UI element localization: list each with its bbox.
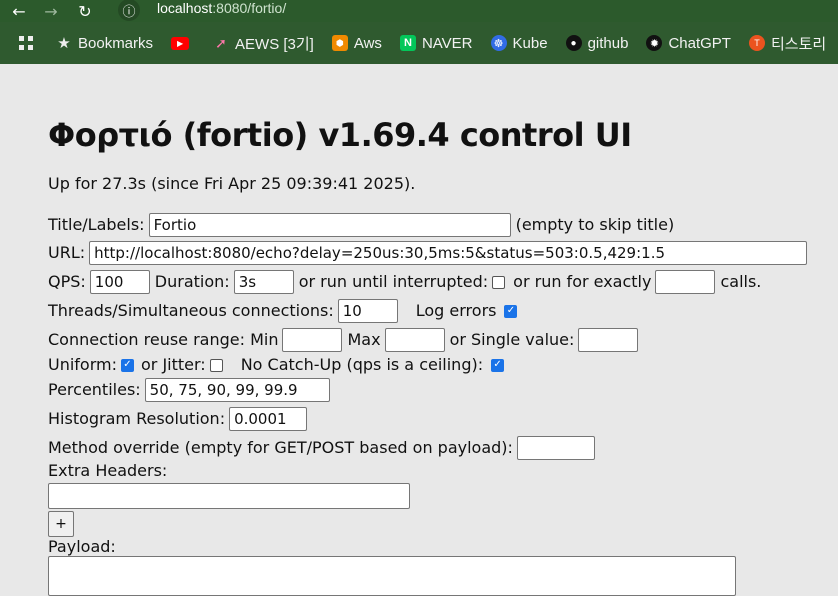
payload-textarea[interactable] — [48, 556, 736, 596]
calls-label: calls. — [720, 272, 762, 291]
reuse-single-label: or Single value: — [449, 330, 575, 349]
bookmark-bookmarks[interactable]: ★ Bookmarks — [56, 34, 154, 53]
histogram-row: Histogram Resolution: — [48, 407, 308, 431]
bookmark-aews[interactable]: ➚ AEWS [3기] — [213, 33, 314, 54]
bookmark-chatgpt[interactable]: ✹ ChatGPT — [646, 35, 731, 52]
percentiles-label: Percentiles: — [48, 380, 141, 399]
add-header-row: + — [48, 511, 74, 537]
percentiles-input[interactable] — [144, 378, 330, 402]
qps-label: QPS: — [48, 272, 86, 291]
reuse-max-input[interactable] — [384, 328, 445, 352]
reuse-min-label: Connection reuse range: Min — [48, 330, 279, 349]
uniform-row: Uniform: ✓ or Jitter: No Catch-Up (qps i… — [48, 354, 508, 376]
bookmark-label: Aws — [353, 34, 382, 52]
address-bar[interactable]: localhost:8080/fortio/ — [157, 0, 286, 16]
url-host: localhost — [157, 0, 213, 16]
interrupt-label: or run until interrupted: — [298, 272, 489, 291]
rocket-icon: ➚ — [215, 34, 227, 51]
bookmark-label: Bookmarks — [78, 34, 154, 52]
threads-input[interactable] — [337, 299, 398, 323]
no-catchup-checkbox[interactable]: ✓ — [491, 358, 505, 372]
bookmark-label: NAVER — [421, 34, 473, 52]
title-label: Title/Labels: — [48, 215, 145, 234]
jitter-label: or Jitter: — [141, 355, 206, 374]
qps-input[interactable] — [89, 270, 150, 294]
histogram-label: Histogram Resolution: — [48, 409, 226, 428]
bookmark-label: AEWS [3기] — [235, 35, 314, 53]
uptime-text: Up for 27.3s (since Fri Apr 25 09:39:41 … — [48, 174, 416, 193]
bookmark-label: Kube — [512, 34, 548, 52]
extra-headers-input-row — [48, 483, 410, 509]
uniform-label: Uniform: — [48, 355, 117, 374]
star-icon: ★ — [57, 35, 71, 52]
method-row: Method override (empty for GET/POST base… — [48, 436, 595, 460]
histogram-input[interactable] — [229, 407, 308, 431]
title-hint: (empty to skip title) — [515, 215, 675, 234]
github-icon: ● — [565, 35, 582, 51]
bookmarks-bar: ★ Bookmarks ▶ ➚ AEWS [3기] ⬢ Aws N NAVER … — [0, 24, 838, 62]
bookmark-kube[interactable]: ☸ Kube — [490, 34, 548, 52]
extra-headers-label: Extra Headers: — [48, 461, 168, 480]
url-input[interactable] — [89, 241, 808, 265]
reuse-min-input[interactable] — [282, 328, 343, 352]
kubernetes-icon: ☸ — [490, 35, 507, 51]
browser-chrome: ← → ↻ ⓘ localhost:8080/fortio/ ★ Bookmar… — [0, 0, 838, 64]
aws-icon: ⬢ — [331, 35, 348, 51]
url-path: :8080/fortio/ — [212, 0, 287, 16]
bookmark-naver[interactable]: N NAVER — [399, 34, 473, 52]
jitter-checkbox[interactable] — [209, 358, 223, 372]
catchup-label: No Catch-Up (qps is a ceiling): — [240, 355, 484, 374]
reuse-row: Connection reuse range: Min Max or Singl… — [48, 328, 639, 352]
bookmark-github[interactable]: ● github — [565, 34, 629, 52]
payload-label: Payload: — [48, 537, 116, 556]
duration-label: Duration: — [154, 272, 230, 291]
title-row: Title/Labels: (empty to skip title) — [48, 213, 674, 237]
log-errors-checkbox[interactable]: ✓ — [504, 304, 518, 318]
title-input[interactable] — [148, 213, 511, 237]
site-info-icon[interactable]: ⓘ — [118, 0, 140, 21]
threads-row: Threads/Simultaneous connections: Log er… — [48, 299, 521, 323]
url-label: URL: — [48, 243, 86, 262]
bookmark-label: 티스토리 — [770, 35, 827, 53]
youtube-icon: ▶ — [171, 36, 190, 50]
payload-row — [48, 556, 736, 596]
percentiles-row: Percentiles: — [48, 378, 330, 402]
log-errors-label: Log errors — [415, 301, 497, 320]
add-header-button[interactable]: + — [48, 511, 74, 537]
tistory-icon: T — [748, 35, 765, 51]
duration-input[interactable] — [233, 270, 294, 294]
reuse-max-label: Max — [347, 330, 381, 349]
back-icon[interactable]: ← — [10, 2, 28, 21]
extra-headers-label-row: Extra Headers: — [48, 460, 167, 482]
exact-calls-input[interactable] — [655, 270, 716, 294]
run-until-interrupted-checkbox[interactable] — [492, 275, 506, 289]
bookmark-tistory[interactable]: T 티스토리 — [748, 33, 827, 54]
browser-nav-bar: ← → ↻ ⓘ localhost:8080/fortio/ — [0, 0, 838, 22]
uptime-row: Up for 27.3s (since Fri Apr 25 09:39:41 … — [48, 173, 415, 195]
uniform-checkbox[interactable]: ✓ — [121, 358, 134, 372]
threads-label: Threads/Simultaneous connections: — [48, 301, 334, 320]
url-row: URL: — [48, 241, 808, 265]
bookmark-label: github — [587, 34, 629, 52]
bookmark-aws[interactable]: ⬢ Aws — [331, 34, 382, 52]
reuse-single-input[interactable] — [578, 328, 639, 352]
page-title: Φορτιό (fortio) v1.69.4 control UI — [48, 116, 632, 154]
reload-icon[interactable]: ↻ — [76, 2, 94, 21]
exact-calls-label: or run for exactly — [513, 272, 652, 291]
forward-icon[interactable]: → — [42, 2, 60, 21]
payload-label-row: Payload: — [48, 536, 116, 558]
bookmark-label: ChatGPT — [668, 34, 731, 52]
naver-icon: N — [399, 35, 416, 51]
qps-row: QPS: Duration: or run until interrupted:… — [48, 270, 761, 294]
method-label: Method override (empty for GET/POST base… — [48, 438, 513, 457]
bookmark-youtube[interactable]: ▶ — [171, 36, 195, 50]
apps-grid-icon[interactable] — [18, 35, 34, 51]
method-input[interactable] — [516, 436, 595, 460]
fortio-page: Φορτιό (fortio) v1.69.4 control UI Up fo… — [0, 64, 838, 596]
chatgpt-icon: ✹ — [646, 35, 663, 51]
extra-header-input[interactable] — [48, 483, 410, 509]
